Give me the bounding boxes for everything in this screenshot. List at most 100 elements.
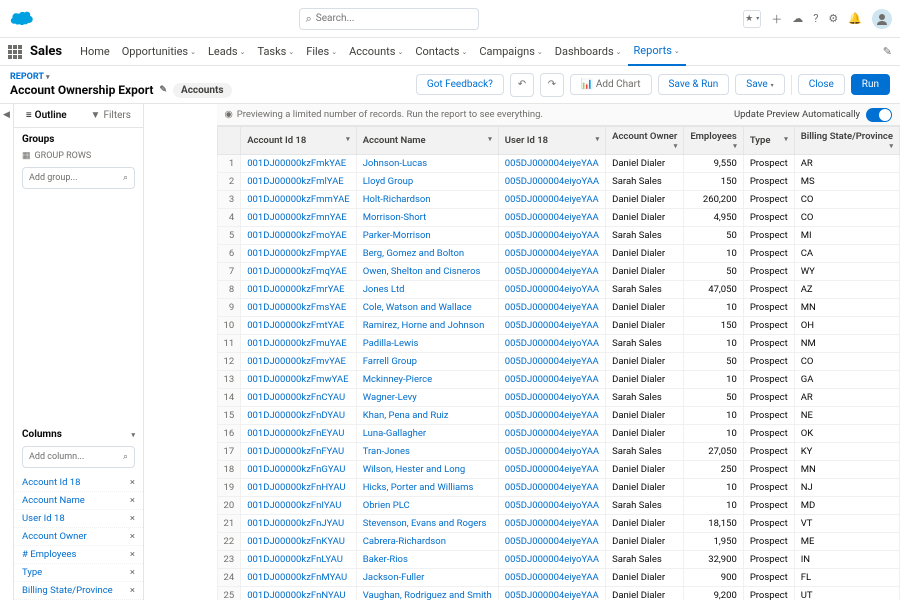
column-header[interactable]: User Id 18▾ [498, 127, 605, 155]
add-group-input[interactable]: Add group...⌕ [22, 167, 135, 189]
cell-user-id[interactable]: 005DJ000004eiyeYAA [498, 209, 605, 227]
edit-title-icon[interactable]: ✎ [159, 85, 167, 95]
cell-account-name[interactable]: Cabrera-Richardson [356, 533, 498, 551]
cell-account-id[interactable]: 001DJ00000kzFmsYAE [241, 299, 357, 317]
remove-column-icon[interactable]: × [130, 585, 135, 596]
cell-account-id[interactable]: 001DJ00000kzFnIYAU [241, 497, 357, 515]
cell-account-id[interactable]: 001DJ00000kzFnDYAU [241, 407, 357, 425]
cell-account-name[interactable]: Owen, Shelton and Cisneros [356, 263, 498, 281]
cell-user-id[interactable]: 005DJ000004eiyoYAA [498, 497, 605, 515]
cell-account-name[interactable]: Farrell Group [356, 353, 498, 371]
column-item[interactable]: # Employees× [14, 546, 143, 564]
column-item[interactable]: Account Name× [14, 492, 143, 510]
cell-account-name[interactable]: Luna-Gallagher [356, 425, 498, 443]
remove-column-icon[interactable]: × [130, 531, 135, 542]
cell-user-id[interactable]: 005DJ000004eiyoYAA [498, 335, 605, 353]
cell-user-id[interactable]: 005DJ000004eiyeYAA [498, 569, 605, 587]
cell-user-id[interactable]: 005DJ000004eiyeYAA [498, 407, 605, 425]
cell-user-id[interactable]: 005DJ000004eiyeYAA [498, 587, 605, 600]
cell-account-id[interactable]: 001DJ00000kzFmtYAE [241, 317, 357, 335]
notifications-icon[interactable]: 🔔 [848, 12, 862, 25]
remove-column-icon[interactable]: × [130, 567, 135, 578]
undo-button[interactable]: ↶ [510, 73, 534, 97]
cell-user-id[interactable]: 005DJ000004eiyoYAA [498, 551, 605, 569]
favorites-button[interactable]: ★▾ [743, 10, 761, 28]
cell-account-name[interactable]: Wilson, Hester and Long [356, 461, 498, 479]
cell-account-name[interactable]: Baker-Rios [356, 551, 498, 569]
column-item[interactable]: User Id 18× [14, 510, 143, 528]
remove-column-icon[interactable]: × [130, 549, 135, 560]
cell-user-id[interactable]: 005DJ000004eiyeYAA [498, 479, 605, 497]
nav-item-tasks[interactable]: Tasks⌄ [251, 38, 300, 66]
cell-account-name[interactable]: Ramirez, Horne and Johnson [356, 317, 498, 335]
add-chart-button[interactable]: 📊 Add Chart [570, 74, 652, 95]
cell-user-id[interactable]: 005DJ000004eiyoYAA [498, 173, 605, 191]
cell-account-id[interactable]: 001DJ00000kzFmwYAE [241, 371, 357, 389]
cell-account-name[interactable]: Padilla-Lewis [356, 335, 498, 353]
cell-user-id[interactable]: 005DJ000004eiyoYAA [498, 443, 605, 461]
cell-account-id[interactable]: 001DJ00000kzFmkYAE [241, 155, 357, 173]
cell-account-name[interactable]: Lloyd Group [356, 173, 498, 191]
cell-account-id[interactable]: 001DJ00000kzFnEYAU [241, 425, 357, 443]
nav-item-accounts[interactable]: Accounts⌄ [343, 38, 409, 66]
remove-column-icon[interactable]: × [130, 513, 135, 524]
cell-account-id[interactable]: 001DJ00000kzFnLYAU [241, 551, 357, 569]
cell-account-id[interactable]: 001DJ00000kzFnGYAU [241, 461, 357, 479]
close-button[interactable]: Close [798, 74, 845, 95]
cell-account-id[interactable]: 001DJ00000kzFmuYAE [241, 335, 357, 353]
cell-account-name[interactable]: Wagner-Levy [356, 389, 498, 407]
cell-account-name[interactable]: Johnson-Lucas [356, 155, 498, 173]
edit-nav-icon[interactable]: ✎ [883, 45, 892, 58]
report-table-wrap[interactable]: Account Id 18▾Account Name▾User Id 18▾Ac… [217, 126, 900, 600]
add-icon[interactable]: ＋ [771, 11, 782, 27]
settings-icon[interactable]: ⚙ [828, 12, 838, 25]
nav-item-opportunities[interactable]: Opportunities⌄ [116, 38, 202, 66]
cell-user-id[interactable]: 005DJ000004eiyeYAA [498, 515, 605, 533]
cell-account-name[interactable]: Parker-Morrison [356, 227, 498, 245]
nav-item-dashboards[interactable]: Dashboards⌄ [549, 38, 628, 66]
search-input[interactable] [316, 13, 472, 24]
cell-user-id[interactable]: 005DJ000004eiyoYAA [498, 389, 605, 407]
cell-account-id[interactable]: 001DJ00000kzFnJYAU [241, 515, 357, 533]
cell-account-id[interactable]: 001DJ00000kzFmqYAE [241, 263, 357, 281]
cell-user-id[interactable]: 005DJ000004eiyeYAA [498, 353, 605, 371]
cell-account-name[interactable]: Vaughan, Rodriguez and Smith [356, 587, 498, 600]
cell-user-id[interactable]: 005DJ000004eiyeYAA [498, 533, 605, 551]
cell-account-name[interactable]: Morrison-Short [356, 209, 498, 227]
cell-user-id[interactable]: 005DJ000004eiyeYAA [498, 461, 605, 479]
global-search[interactable]: ⌕ [299, 8, 479, 30]
run-button[interactable]: Run [851, 74, 890, 95]
column-header[interactable]: Account Owner▾ [606, 127, 684, 155]
app-launcher-icon[interactable] [8, 45, 22, 59]
cell-user-id[interactable]: 005DJ000004eiyeYAA [498, 245, 605, 263]
tab-filters[interactable]: ▼ Filters [79, 104, 144, 127]
cell-account-id[interactable]: 001DJ00000kzFnMYAU [241, 569, 357, 587]
cell-user-id[interactable]: 005DJ000004eiyeYAA [498, 263, 605, 281]
cell-account-name[interactable]: Holt-Richardson [356, 191, 498, 209]
columns-menu-icon[interactable]: ▾ [131, 431, 135, 439]
cell-account-id[interactable]: 001DJ00000kzFmlYAE [241, 173, 357, 191]
save-button[interactable]: Save▾ [735, 74, 784, 95]
auto-preview-toggle[interactable] [866, 108, 892, 122]
cell-user-id[interactable]: 005DJ000004eiyeYAA [498, 317, 605, 335]
cell-user-id[interactable]: 005DJ000004eiyeYAA [498, 299, 605, 317]
cell-account-name[interactable]: Cole, Watson and Wallace [356, 299, 498, 317]
cell-account-name[interactable]: Khan, Pena and Ruiz [356, 407, 498, 425]
cell-account-name[interactable]: Jones Ltd [356, 281, 498, 299]
column-header[interactable]: Account Id 18▾ [241, 127, 357, 155]
user-avatar[interactable] [872, 9, 892, 29]
remove-column-icon[interactable]: × [130, 495, 135, 506]
column-item[interactable]: Account Owner× [14, 528, 143, 546]
cell-account-id[interactable]: 001DJ00000kzFnHYAU [241, 479, 357, 497]
cell-account-id[interactable]: 001DJ00000kzFmmYAE [241, 191, 357, 209]
cell-account-id[interactable]: 001DJ00000kzFmoYAE [241, 227, 357, 245]
cell-account-name[interactable]: Jackson-Fuller [356, 569, 498, 587]
nav-item-home[interactable]: Home [74, 38, 116, 66]
cell-account-id[interactable]: 001DJ00000kzFnCYAU [241, 389, 357, 407]
save-run-button[interactable]: Save & Run [658, 74, 730, 95]
cell-account-name[interactable]: Tran-Jones [356, 443, 498, 461]
nav-item-campaigns[interactable]: Campaigns⌄ [473, 38, 548, 66]
remove-column-icon[interactable]: × [130, 477, 135, 488]
nav-item-contacts[interactable]: Contacts⌄ [409, 38, 473, 66]
nav-item-reports[interactable]: Reports⌄ [628, 38, 686, 66]
